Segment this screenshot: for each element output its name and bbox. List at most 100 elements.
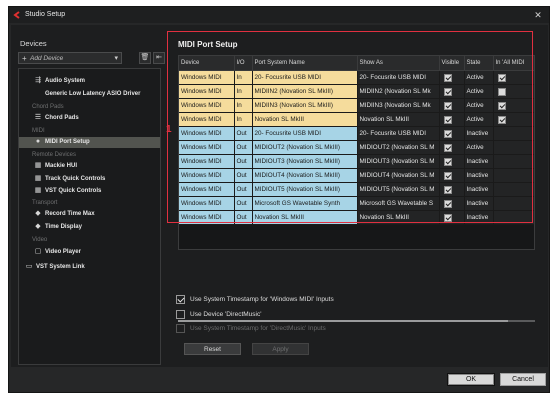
cubase-logo-icon: [13, 11, 21, 19]
cell-show-as[interactable]: 20- Focusrite USB MIDI: [357, 70, 440, 85]
cell-state: Active: [464, 112, 494, 127]
table-row[interactable]: Windows MIDI Out Microsoft GS Wavetable Sy…: [179, 196, 534, 211]
cell-io: In: [234, 98, 253, 113]
cell-in-all-midi: [493, 112, 534, 127]
cancel-button[interactable]: Cancel: [500, 373, 546, 386]
reset-button[interactable]: Reset: [184, 343, 241, 355]
checkbox[interactable]: [176, 295, 185, 304]
checkbox[interactable]: [176, 310, 185, 319]
panel-title: MIDI Port Setup: [178, 40, 238, 49]
cell-io: Out: [234, 196, 253, 211]
cell-state: Active: [464, 140, 494, 155]
visible-checkbox[interactable]: [443, 185, 452, 194]
cell-in-all-midi: [493, 168, 534, 183]
in-all-midi-checkbox[interactable]: [497, 87, 506, 96]
column-header-in-all-midi[interactable]: In 'All MIDI: [493, 56, 534, 71]
tree-item-label: Track Quick Controls: [45, 176, 106, 182]
cell-visible: [439, 168, 465, 183]
cell-port-system-name: 20- Focusrite USB MIDI: [252, 126, 358, 141]
cell-show-as[interactable]: Novation SL MkIII: [357, 112, 440, 127]
table-row[interactable]: Windows MIDI Out Novation SL MkIII Novation…: [179, 210, 534, 225]
cell-port-system-name: MIDIOUT4 (Novation SL MkIII): [252, 168, 358, 183]
cell-show-as[interactable]: Microsoft GS Wavetable S: [357, 196, 440, 211]
collapse-tree-button[interactable]: ⇤: [153, 52, 165, 64]
cell-device: Windows MIDI: [179, 126, 235, 141]
tree-item-time-display[interactable]: ◆ Time Display: [19, 222, 160, 233]
cell-state: Inactive: [464, 154, 494, 169]
tree-item-vst-quick-controls[interactable]: ▦ VST Quick Controls: [19, 186, 160, 197]
tree-item-video-player[interactable]: ▢ Video Player: [19, 247, 160, 258]
table-row[interactable]: Windows MIDI Out MIDIOUT5 (Novation SL MkI…: [179, 182, 534, 197]
cell-show-as[interactable]: MIDIOUT2 (Novation SL M: [357, 140, 440, 155]
title-bar: Studio Setup ✕: [9, 7, 549, 23]
cell-show-as[interactable]: MIDIOUT3 (Novation SL M: [357, 154, 440, 169]
in-all-midi-checkbox[interactable]: [497, 73, 506, 82]
cell-in-all-midi: [493, 154, 534, 169]
add-device-dropdown[interactable]: + Add Device ▾: [18, 52, 122, 64]
column-header-device[interactable]: Device: [179, 56, 235, 71]
ok-button[interactable]: OK: [447, 373, 495, 386]
table-row[interactable]: Windows MIDI Out MIDIOUT4 (Novation SL MkI…: [179, 168, 534, 183]
visible-checkbox[interactable]: [443, 87, 452, 96]
apply-button[interactable]: Apply: [252, 343, 309, 355]
tree-item-vst-system-link[interactable]: ▭ VST System Link: [19, 262, 160, 273]
cell-show-as[interactable]: 20- Focusrite USB MIDI: [357, 126, 440, 141]
tree-item-audio-system[interactable]: ⇶ Audio System: [19, 76, 160, 87]
option-label: Use Device 'DirectMusic': [190, 311, 262, 318]
table-row[interactable]: Windows MIDI Out 20- Focusrite USB MIDI 20-…: [179, 126, 534, 141]
visible-checkbox[interactable]: [443, 157, 452, 166]
cell-show-as[interactable]: MIDIOUT4 (Novation SL M: [357, 168, 440, 183]
dialog-body: Devices + Add Device ▾ 🗑 ⇤ ⇶ Audio System…: [11, 25, 548, 367]
visible-checkbox[interactable]: [443, 115, 452, 124]
visible-checkbox[interactable]: [443, 101, 452, 110]
cell-show-as[interactable]: MIDIOUT5 (Novation SL M: [357, 182, 440, 197]
visible-checkbox[interactable]: [443, 199, 452, 208]
visible-checkbox[interactable]: [443, 171, 452, 180]
tree-category: Remote Devices: [32, 152, 77, 158]
visible-checkbox[interactable]: [443, 129, 452, 138]
column-header-state[interactable]: State: [464, 56, 494, 71]
cell-visible: [439, 182, 465, 197]
trash-icon: 🗑: [140, 54, 150, 61]
cell-device: Windows MIDI: [179, 210, 235, 225]
tree-category: Transport: [32, 200, 58, 206]
in-all-midi-checkbox[interactable]: [497, 101, 506, 110]
in-all-midi-checkbox[interactable]: [497, 115, 506, 124]
visible-checkbox[interactable]: [443, 73, 452, 82]
devices-pane: Devices + Add Device ▾ 🗑 ⇤ ⇶ Audio System…: [18, 37, 165, 371]
cell-state: Active: [464, 98, 494, 113]
cell-device: Windows MIDI: [179, 112, 235, 127]
column-header-visible[interactable]: Visible: [439, 56, 465, 71]
tree-item-generic-low-latency-asio-driver[interactable]: Generic Low Latency ASIO Driver: [19, 89, 160, 100]
table-row[interactable]: Windows MIDI In MIDIIN3 (Novation SL MkIII…: [179, 98, 534, 113]
visible-checkbox[interactable]: [443, 213, 452, 222]
tree-item-chord-pads[interactable]: ☰ Chord Pads: [19, 113, 160, 124]
delete-device-button[interactable]: 🗑: [139, 52, 151, 64]
table-row[interactable]: Windows MIDI Out MIDIOUT3 (Novation SL MkI…: [179, 154, 534, 169]
table-row[interactable]: Windows MIDI In MIDIIN2 (Novation SL MkIII…: [179, 84, 534, 99]
table-row[interactable]: Windows MIDI Out MIDIOUT2 (Novation SL MkI…: [179, 140, 534, 155]
cell-in-all-midi: [493, 210, 534, 225]
close-icon[interactable]: ✕: [533, 10, 543, 20]
cell-visible: [439, 84, 465, 99]
column-header-show-as[interactable]: Show As: [357, 56, 440, 71]
column-header-port-system-name[interactable]: Port System Name: [252, 56, 358, 71]
tree-item-record-time-max[interactable]: ◆ Record Time Max: [19, 209, 160, 220]
cell-port-system-name: Novation SL MkIII: [252, 112, 358, 127]
transport-icon: ◆: [35, 223, 41, 230]
tree-item-label: MIDI Port Setup: [45, 139, 90, 145]
cell-show-as[interactable]: Novation SL MkIII: [357, 210, 440, 225]
tree-item-track-quick-controls[interactable]: ▦ Track Quick Controls: [19, 174, 160, 185]
cell-show-as[interactable]: MIDIIN2 (Novation SL Mk: [357, 84, 440, 99]
cell-state: Inactive: [464, 182, 494, 197]
tree-item-mackie-hui[interactable]: ▦ Mackie HUI: [19, 161, 160, 172]
table-row[interactable]: Windows MIDI In 20- Focusrite USB MIDI 20- …: [179, 70, 534, 85]
cell-show-as[interactable]: MIDIIN3 (Novation SL Mk: [357, 98, 440, 113]
column-header-io[interactable]: I/O: [234, 56, 253, 71]
scrollbar-thumb[interactable]: [178, 320, 508, 322]
table-row[interactable]: Windows MIDI In Novation SL MkIII Novation …: [179, 112, 534, 127]
annotation-number: 1: [166, 124, 172, 135]
visible-checkbox[interactable]: [443, 143, 452, 152]
tree-item-midi-port-setup[interactable]: ● MIDI Port Setup: [19, 137, 160, 148]
cell-device: Windows MIDI: [179, 70, 235, 85]
